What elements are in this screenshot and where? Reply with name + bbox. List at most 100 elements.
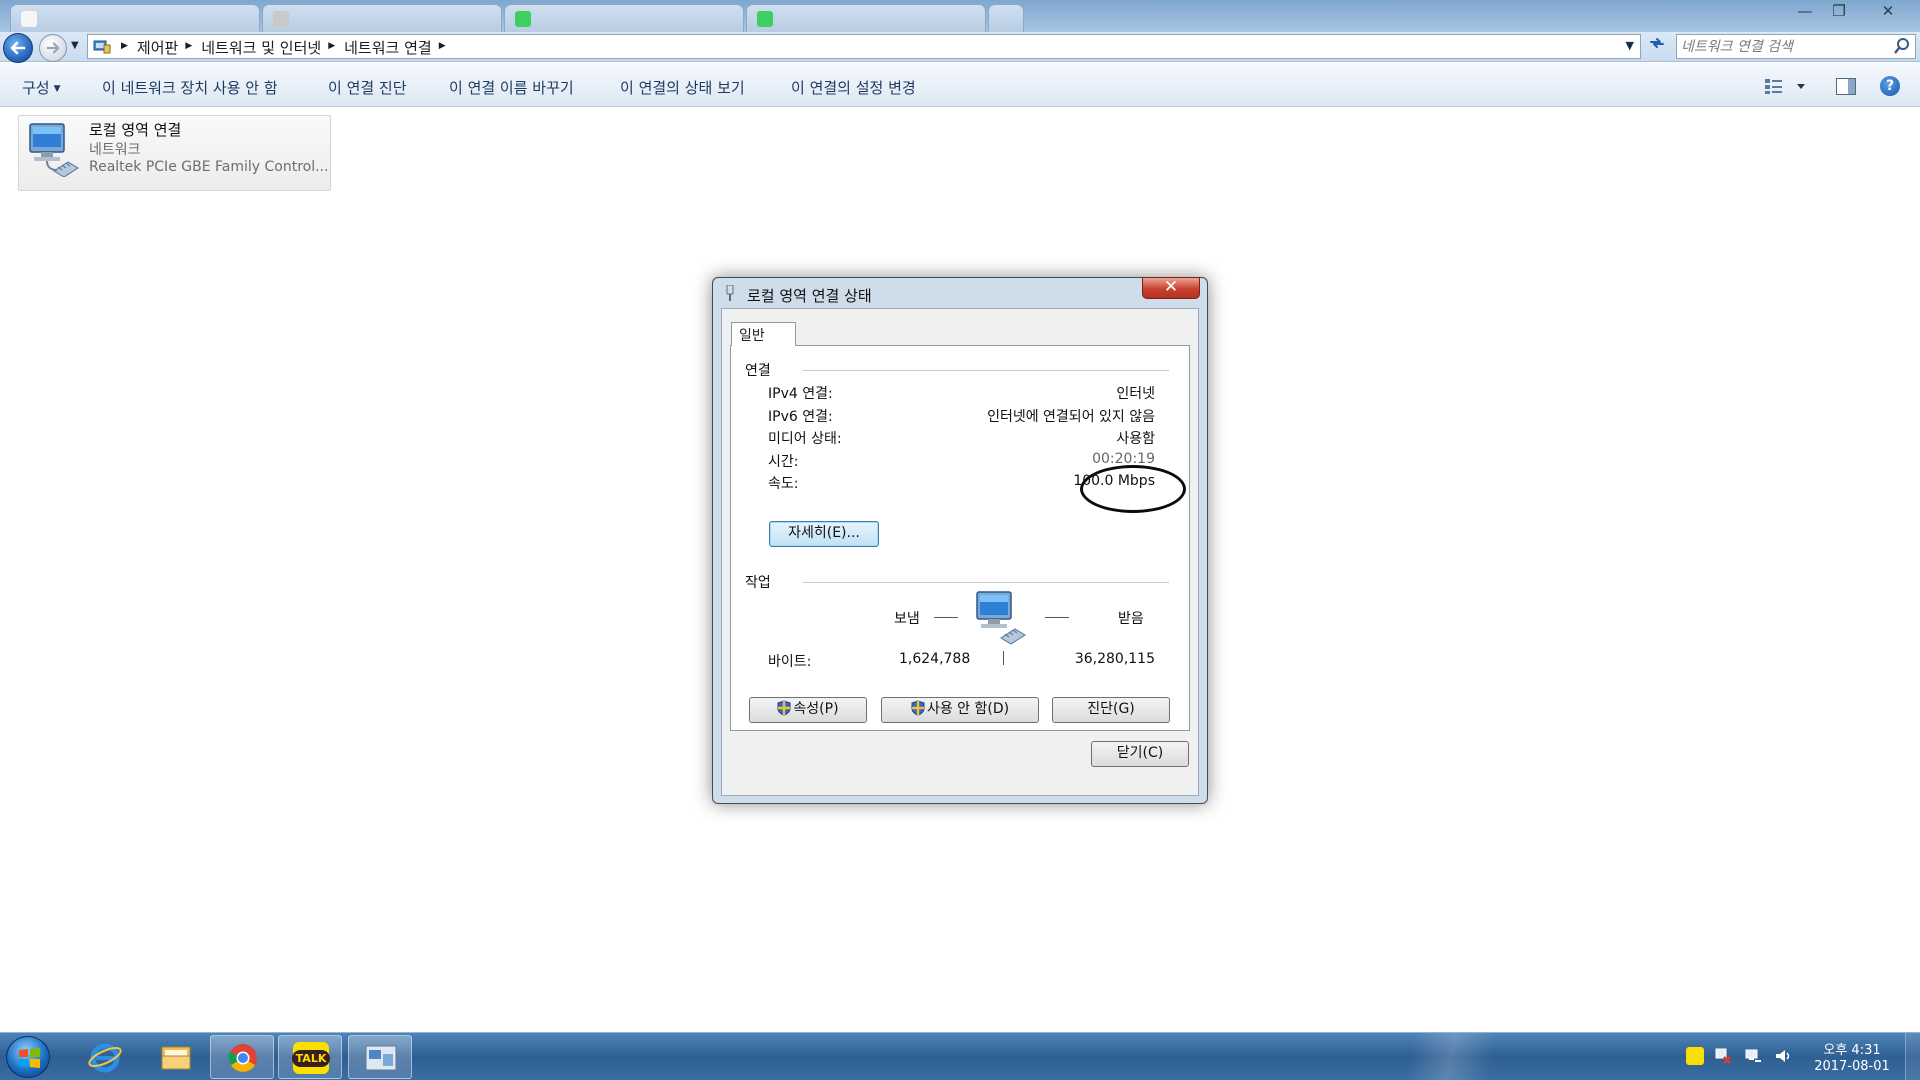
show-desktop-button[interactable] [1905,1033,1920,1080]
close-window-button[interactable]: ✕ [1868,0,1908,22]
taskbar-kakaotalk[interactable]: TALK [278,1035,342,1079]
dialog-close-button[interactable]: ✕ [1142,277,1200,299]
disable-button[interactable]: 사용 안 함(D) [881,697,1039,723]
taskbar-file-explorer[interactable] [144,1035,208,1079]
maximize-button[interactable]: ❐ [1824,0,1854,22]
group-divider [803,370,1169,371]
search-icon[interactable] [1894,37,1910,55]
recent-pages-dropdown[interactable]: ▼ [71,40,79,51]
activity-group-title: 작업 [745,575,771,591]
connection-adapter: Realtek PCIe GBE Family Control... [89,159,329,175]
clock-date[interactable]: 2017-08-01 [1810,1059,1894,1074]
taskbar-internet-explorer[interactable] [73,1035,137,1079]
chevron-down-icon: ▼ [53,84,61,94]
breadcrumb-control-panel[interactable]: 제어판 [137,37,178,58]
volume-icon[interactable] [1774,1047,1792,1065]
duration-label: 시간: [768,454,799,470]
taskbar-chrome[interactable] [210,1035,274,1079]
view-options-icon [1765,79,1805,94]
media-state-label: 미디어 상태: [768,431,842,447]
uac-shield-icon [911,700,925,716]
address-bar[interactable]: ▶ 제어판 ▶ 네트워크 및 인터넷 ▶ 네트워크 연결 ▶ ▼ [87,34,1641,59]
search-input[interactable] [1681,37,1881,56]
bytes-received-value: 36,280,115 [1074,651,1155,667]
media-state-value: 사용함 [1116,431,1155,447]
change-settings-command[interactable]: 이 연결의 설정 변경 [791,77,916,98]
dialog-titlebar[interactable]: 로컬 영역 연결 상태 ✕ [713,277,1207,308]
view-status-command[interactable]: 이 연결의 상태 보기 [620,77,745,98]
browser-tab[interactable] [262,4,502,32]
local-area-connection-item[interactable]: 로컬 영역 연결 네트워크 Realtek PCIe GBE Family Co… [18,115,331,191]
address-row: ▼ ▶ 제어판 ▶ 네트워크 및 인터넷 ▶ 네트워크 연결 ▶ ▼ [0,32,1920,63]
back-button[interactable] [3,33,33,63]
speed-label: 속도: [768,476,799,492]
address-dropdown-icon[interactable]: ▼ [1626,39,1634,52]
network-tray-icon[interactable] [1744,1047,1762,1065]
ipv4-label: IPv4 연결: [768,386,833,402]
folder-icon [161,1046,191,1070]
ethernet-plug-icon [726,285,734,301]
internet-explorer-icon [88,1043,122,1073]
organize-label: 구성 [22,79,50,97]
breadcrumb-separator-icon[interactable]: ▶ [328,41,335,51]
clock-time[interactable]: 오후 4:31 [1822,1039,1882,1058]
connection-group-title: 연결 [745,363,771,379]
window-title-strip: — ❐ ✕ [0,0,1920,32]
breadcrumb-network-connections[interactable]: 네트워크 연결 [344,37,432,58]
sent-label: 보냄 [894,611,920,627]
minimize-button[interactable]: — [1790,0,1820,22]
connection-name: 로컬 영역 연결 [89,121,182,139]
breadcrumb-separator-icon[interactable]: ▶ [121,41,128,51]
ipv6-value: 인터넷에 연결되어 있지 않음 [987,409,1155,425]
browser-tab[interactable] [504,4,744,32]
speed-highlight-circle [1080,465,1186,513]
search-box[interactable] [1676,34,1916,59]
breadcrumb-network-internet[interactable]: 네트워크 및 인터넷 [201,37,321,58]
sent-line [934,617,958,618]
new-tab-button[interactable] [988,4,1024,32]
bytes-sent-value: 1,624,788 [899,651,971,667]
details-button[interactable]: 자세히(E)... [769,521,879,547]
kakaotalk-label: TALK [291,1049,331,1067]
tab-favicon [515,11,531,27]
change-view-button[interactable] [1764,77,1806,95]
command-bar: 구성 ▼ 이 네트워크 장치 사용 안 함 이 연결 진단 이 연결 이름 바꾸기… [0,63,1920,107]
forward-button[interactable] [39,34,67,62]
received-label: 받음 [1118,611,1144,627]
network-error-icon[interactable] [1714,1047,1732,1065]
general-tab-panel: 연결 IPv4 연결: 인터넷 IPv6 연결: 인터넷에 연결되어 있지 않음… [730,345,1190,731]
control-panel-icon [93,40,111,54]
taskbar-sheen [1250,1033,1650,1080]
breadcrumb-separator-icon[interactable]: ▶ [439,41,446,51]
uac-shield-icon [777,700,791,716]
properties-button[interactable]: 속성(P) [749,697,867,723]
taskbar-network-connections[interactable] [348,1035,412,1079]
dialog-close-action-button[interactable]: 닫기(C) [1091,741,1189,767]
organize-menu[interactable]: 구성 ▼ [22,77,61,98]
diagnose-connection-command[interactable]: 이 연결 진단 [328,77,407,98]
rename-connection-command[interactable]: 이 연결 이름 바꾸기 [449,77,574,98]
browser-tab[interactable] [746,4,986,32]
disable-device-command[interactable]: 이 네트워크 장치 사용 안 함 [102,77,278,98]
browser-tab[interactable] [10,4,260,32]
network-activity-icon [976,591,1026,645]
network-connections-icon [365,1045,397,1071]
dialog-body: 일반 연결 IPv4 연결: 인터넷 IPv6 연결: 인터넷에 연결되어 있지… [721,308,1199,796]
tab-general[interactable]: 일반 [731,322,796,346]
start-button[interactable] [6,1036,50,1078]
network-adapter-icon [29,123,79,177]
breadcrumb-separator-icon[interactable]: ▶ [185,41,192,51]
kakaotalk-icon: TALK [291,1042,331,1074]
diagnose-button[interactable]: 진단(G) [1052,697,1170,723]
refresh-button[interactable] [1644,34,1670,59]
tab-favicon [757,11,773,27]
forward-arrow-icon [46,42,60,54]
tab-favicon [21,11,37,27]
help-button[interactable]: ? [1880,76,1900,96]
group-divider [803,582,1169,583]
disable-label: 사용 안 함(D) [926,701,1010,717]
preview-pane-button[interactable] [1836,78,1856,95]
refresh-icon [1650,38,1664,48]
kakaotalk-tray-icon[interactable] [1686,1047,1704,1065]
ipv4-value: 인터넷 [1116,386,1155,402]
